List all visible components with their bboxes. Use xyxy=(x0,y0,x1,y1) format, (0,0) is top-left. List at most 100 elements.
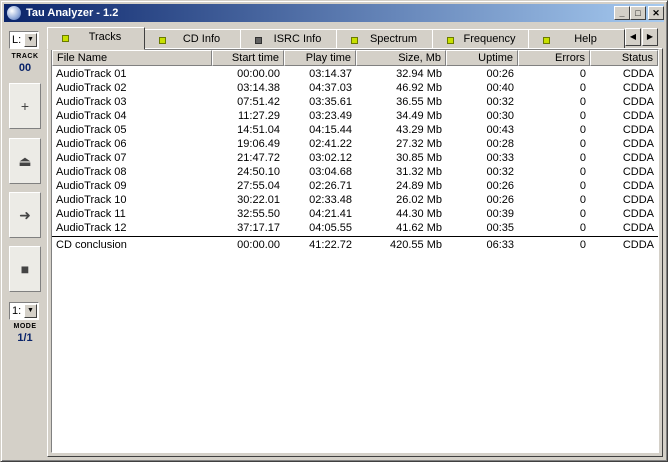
column-status[interactable]: Status xyxy=(590,50,658,66)
play-time-cell: 02:41.22 xyxy=(309,138,352,150)
table-row[interactable]: AudioTrack 08 24:50.10 03:04.68 31.32 Mb 00:… xyxy=(52,165,658,179)
play-time-cell: 04:21.41 xyxy=(309,208,352,220)
column-file-name[interactable]: File Name xyxy=(52,50,212,66)
stop-button[interactable]: ■ xyxy=(9,246,41,292)
app-icon[interactable] xyxy=(7,6,21,20)
maximize-button[interactable]: □ xyxy=(630,6,646,20)
file-name-cell: AudioTrack 10 xyxy=(56,194,127,206)
status-cell: CDDA xyxy=(622,68,654,80)
start-time-cell: 07:51.42 xyxy=(237,96,280,108)
table-row[interactable]: AudioTrack 10 30:22.01 02:33.48 26.02 Mb 00:… xyxy=(52,193,658,207)
errors-cell: 0 xyxy=(579,110,586,122)
table-row[interactable]: AudioTrack 07 21:47.72 03:02.12 30.85 Mb 00:… xyxy=(52,151,658,165)
table-row[interactable]: AudioTrack 12 37:17.17 04:05.55 41.62 Mb 00:… xyxy=(52,221,658,235)
column-uptime[interactable]: Uptime xyxy=(446,50,518,66)
errors-cell: 0 xyxy=(579,96,586,108)
mode-value: 1: xyxy=(12,305,22,317)
start-time-cell: 32:55.50 xyxy=(237,208,280,220)
column-errors[interactable]: Errors xyxy=(518,50,590,66)
tab-cd-info[interactable]: CD Info xyxy=(144,29,241,49)
start-time-cell: 11:27.29 xyxy=(237,110,280,122)
uptime-cell: 00:30 xyxy=(486,110,514,122)
summary-start-time-cell: 00:00.00 xyxy=(237,239,280,251)
file-name-cell: AudioTrack 12 xyxy=(56,222,127,234)
table-row[interactable]: AudioTrack 11 32:55.50 04:21.41 44.30 Mb 00:… xyxy=(52,207,658,221)
tab-label: Frequency xyxy=(463,33,516,45)
start-time-cell: 14:51.04 xyxy=(237,124,280,136)
file-name-cell: AudioTrack 07 xyxy=(56,152,127,164)
errors-cell: 0 xyxy=(579,152,586,164)
tab-bar: Tracks CD Info ISRC Info Spectrum Freque… xyxy=(47,27,663,50)
start-time-cell: 00:00.00 xyxy=(237,68,280,80)
size-cell: 32.94 Mb xyxy=(396,68,442,80)
errors-cell: 0 xyxy=(579,124,586,136)
status-cell: CDDA xyxy=(622,208,654,220)
track-number: 00 xyxy=(18,62,32,74)
mode-number: 1/1 xyxy=(17,332,33,344)
tab-label: ISRC Info xyxy=(273,33,322,45)
file-name-cell: AudioTrack 09 xyxy=(56,180,127,192)
tab-help[interactable]: Help xyxy=(528,29,625,49)
column-play-time[interactable]: Play time xyxy=(284,50,356,66)
uptime-cell: 00:28 xyxy=(486,138,514,150)
size-cell: 30.85 Mb xyxy=(396,152,442,164)
file-name-cell: AudioTrack 05 xyxy=(56,124,127,136)
tab-label: CD Info xyxy=(182,33,221,45)
drive-select[interactable]: L: ▼ xyxy=(9,31,39,49)
column-size[interactable]: Size, Mb xyxy=(356,50,446,66)
uptime-cell: 00:33 xyxy=(486,152,514,164)
errors-cell: 0 xyxy=(579,222,586,234)
size-cell: 31.32 Mb xyxy=(396,166,442,178)
size-cell: 44.30 Mb xyxy=(396,208,442,220)
tab-isrc-info[interactable]: ISRC Info xyxy=(240,29,337,49)
close-button[interactable]: ✕ xyxy=(648,6,664,20)
errors-cell: 0 xyxy=(579,194,586,206)
uptime-cell: 00:26 xyxy=(486,180,514,192)
track-label: TRACK xyxy=(11,53,39,60)
start-time-cell: 27:55.04 xyxy=(237,180,280,192)
uptime-cell: 00:26 xyxy=(486,68,514,80)
table-row[interactable]: AudioTrack 04 11:27.29 03:23.49 34.49 Mb 00:… xyxy=(52,109,658,123)
table-row[interactable]: AudioTrack 09 27:55.04 02:26.71 24.89 Mb 00:… xyxy=(52,179,658,193)
table-row[interactable]: AudioTrack 05 14:51.04 04:15.44 43.29 Mb 00:… xyxy=(52,123,658,137)
tab-frequency[interactable]: Frequency xyxy=(432,29,529,49)
summary-row: CD conclusion 00:00.00 41:22.72 420.55 Mb 06… xyxy=(52,238,658,252)
summary-play-time-cell: 41:22.72 xyxy=(309,239,352,251)
table-row[interactable]: AudioTrack 06 19:06.49 02:41.22 27.32 Mb 00:… xyxy=(52,137,658,151)
file-name-cell: AudioTrack 11 xyxy=(56,208,126,220)
file-name-cell: AudioTrack 03 xyxy=(56,96,127,108)
uptime-cell: 00:35 xyxy=(486,222,514,234)
table-header: File Name Start time Play time Size, Mb … xyxy=(52,50,658,66)
summary-divider xyxy=(52,236,658,237)
chevron-down-icon[interactable]: ▼ xyxy=(24,33,37,47)
tab-spectrum[interactable]: Spectrum xyxy=(336,29,433,49)
mode-label: MODE xyxy=(13,323,37,330)
table-row[interactable]: AudioTrack 01 00:00.00 03:14.37 32.94 Mb 00:… xyxy=(52,67,658,81)
file-name-cell: AudioTrack 06 xyxy=(56,138,127,150)
mode-select[interactable]: 1: ▼ xyxy=(9,302,39,320)
uptime-cell: 00:32 xyxy=(486,96,514,108)
status-cell: CDDA xyxy=(622,180,654,192)
drive-value: L: xyxy=(12,34,22,46)
status-cell: CDDA xyxy=(622,166,654,178)
plus-icon: + xyxy=(20,98,30,114)
table-row[interactable]: AudioTrack 02 03:14.38 04:37.03 46.92 Mb 00:… xyxy=(52,81,658,95)
column-start-time[interactable]: Start time xyxy=(212,50,284,66)
title-bar[interactable]: Tau Analyzer - 1.2 _ □ ✕ xyxy=(4,4,664,22)
errors-cell: 0 xyxy=(579,166,586,178)
tab-tracks[interactable]: Tracks xyxy=(47,27,145,50)
tracks-table[interactable]: File Name Start time Play time Size, Mb … xyxy=(51,49,659,453)
tab-scroll-left-icon[interactable]: ◀ xyxy=(625,28,641,46)
eject-button[interactable]: ⏏ xyxy=(9,138,41,184)
minimize-button[interactable]: _ xyxy=(614,6,630,20)
status-cell: CDDA xyxy=(622,124,654,136)
size-cell: 43.29 Mb xyxy=(396,124,442,136)
chevron-down-icon[interactable]: ▼ xyxy=(24,304,37,318)
tab-scroll-right-icon[interactable]: ▶ xyxy=(642,28,658,46)
errors-cell: 0 xyxy=(579,68,586,80)
size-cell: 41.62 Mb xyxy=(396,222,442,234)
table-row[interactable]: AudioTrack 03 07:51.42 03:35.61 36.55 Mb 00:… xyxy=(52,95,658,109)
add-button[interactable]: + xyxy=(9,83,41,129)
play-time-cell: 03:35.61 xyxy=(309,96,352,108)
play-button[interactable]: ➜ xyxy=(9,192,41,238)
